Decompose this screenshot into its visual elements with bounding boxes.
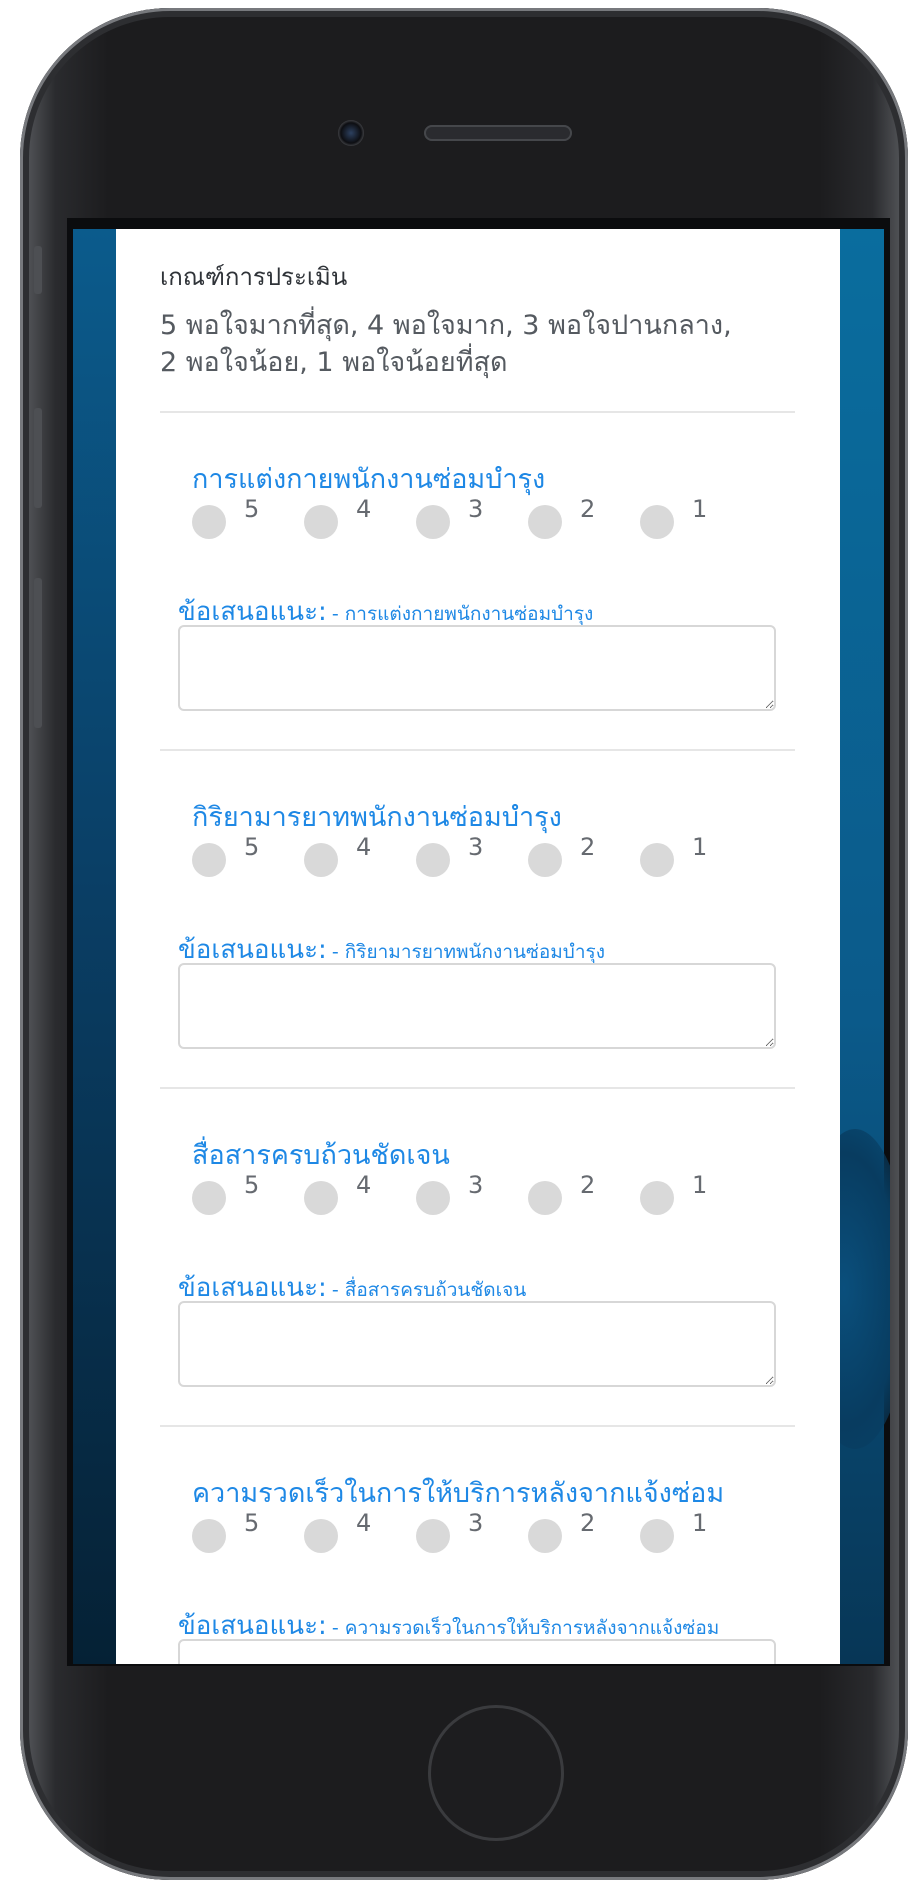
radio-button[interactable] <box>416 505 450 539</box>
rating-option[interactable]: 2 <box>528 833 628 877</box>
rating-option[interactable]: 3 <box>416 495 516 539</box>
suggestion-input[interactable] <box>178 1301 776 1387</box>
rating-option[interactable]: 1 <box>640 1509 740 1553</box>
rating-value: 3 <box>468 833 484 861</box>
rating-value: 1 <box>692 1509 708 1537</box>
question-title: ความรวดเร็วในการให้บริการหลังจากแจ้งซ่อม <box>192 1478 725 1509</box>
radio-button[interactable] <box>528 505 562 539</box>
radio-button[interactable] <box>192 1519 226 1553</box>
rating-value: 3 <box>468 495 484 523</box>
question-title: กิริยามารยาทพนักงานซ่อมบำรุง <box>192 802 562 833</box>
suggestion-label-sub: - กิริยามารยาทพนักงานซ่อมบำรุง <box>331 941 606 963</box>
radio-button[interactable] <box>528 1519 562 1553</box>
rating-value: 2 <box>580 1171 596 1199</box>
rating-option[interactable]: 5 <box>192 1171 292 1215</box>
rating-option[interactable]: 4 <box>304 495 404 539</box>
criteria-heading: เกณฑ์การประเมิน <box>160 263 348 291</box>
section-divider <box>160 1087 795 1089</box>
phone-screen: เกณฑ์การประเมิน 5 พอใจมากที่สุด, 4 พอใจม… <box>67 218 890 1666</box>
rating-option[interactable]: 2 <box>528 1171 628 1215</box>
earpiece-speaker <box>424 125 572 141</box>
criteria-line-2: 2 พอใจน้อย, 1 พอใจน้อยที่สุด <box>160 347 508 378</box>
rating-option[interactable]: 2 <box>528 495 628 539</box>
radio-button[interactable] <box>304 1519 338 1553</box>
suggestion-label-sub: - สื่อสารครบถ้วนชัดเจน <box>331 1279 527 1301</box>
radio-button[interactable] <box>528 1181 562 1215</box>
rating-value: 4 <box>356 495 372 523</box>
rating-value: 1 <box>692 833 708 861</box>
rating-option[interactable]: 4 <box>304 1171 404 1215</box>
rating-option[interactable]: 1 <box>640 833 740 877</box>
volume-up-button <box>34 408 42 508</box>
rating-option[interactable]: 5 <box>192 1509 292 1553</box>
question-title: การแต่งกายพนักงานซ่อมบำรุง <box>192 464 546 495</box>
background-left <box>73 229 116 1664</box>
suggestion-label-sub: - ความรวดเร็วในการให้บริการหลังจากแจ้งซ่… <box>331 1617 720 1639</box>
suggestion-input[interactable] <box>178 625 776 711</box>
radio-button[interactable] <box>640 1181 674 1215</box>
criteria-line-1: 5 พอใจมากที่สุด, 4 พอใจมาก, 3 พอใจปานกลา… <box>160 310 732 341</box>
rating-option[interactable]: 4 <box>304 1509 404 1553</box>
suggestion-label-main: ข้อเสนอแนะ: <box>178 1273 327 1303</box>
radio-button[interactable] <box>192 1181 226 1215</box>
front-camera <box>338 120 364 146</box>
rating-value: 5 <box>244 1171 260 1199</box>
radio-button[interactable] <box>640 505 674 539</box>
radio-button[interactable] <box>416 1519 450 1553</box>
background-right <box>800 229 890 1664</box>
rating-group: 5 4 3 2 1 <box>192 833 752 877</box>
rating-value: 4 <box>356 833 372 861</box>
radio-button[interactable] <box>640 1519 674 1553</box>
rating-value: 2 <box>580 495 596 523</box>
radio-button[interactable] <box>416 843 450 877</box>
rating-value: 5 <box>244 833 260 861</box>
rating-option[interactable]: 1 <box>640 495 740 539</box>
rating-option[interactable]: 3 <box>416 1509 516 1553</box>
rating-value: 3 <box>468 1171 484 1199</box>
rating-option[interactable]: 3 <box>416 833 516 877</box>
suggestion-label-main: ข้อเสนอแนะ: <box>178 935 327 965</box>
radio-button[interactable] <box>528 843 562 877</box>
section-divider <box>160 1425 795 1427</box>
section-divider <box>160 749 795 751</box>
rating-value: 5 <box>244 1509 260 1537</box>
rating-value: 2 <box>580 1509 596 1537</box>
rating-value: 1 <box>692 1171 708 1199</box>
rating-option[interactable]: 1 <box>640 1171 740 1215</box>
suggestion-input[interactable] <box>178 1639 776 1664</box>
volume-down-button <box>34 578 42 728</box>
rating-value: 2 <box>580 833 596 861</box>
rating-value: 3 <box>468 1509 484 1537</box>
rating-value: 5 <box>244 495 260 523</box>
rating-option[interactable]: 4 <box>304 833 404 877</box>
suggestion-input[interactable] <box>178 963 776 1049</box>
radio-button[interactable] <box>192 505 226 539</box>
survey-form: เกณฑ์การประเมิน 5 พอใจมากที่สุด, 4 พอใจม… <box>116 229 840 1664</box>
suggestion-label-main: ข้อเสนอแนะ: <box>178 597 327 627</box>
rating-value: 1 <box>692 495 708 523</box>
mute-switch <box>34 246 42 294</box>
rating-value: 4 <box>356 1509 372 1537</box>
radio-button[interactable] <box>192 843 226 877</box>
criteria-description: 5 พอใจมากที่สุด, 4 พอใจมาก, 3 พอใจปานกลา… <box>160 307 820 381</box>
question-title: สื่อสารครบถ้วนชัดเจน <box>192 1140 450 1171</box>
rating-value: 4 <box>356 1171 372 1199</box>
rating-option[interactable]: 2 <box>528 1509 628 1553</box>
radio-button[interactable] <box>304 843 338 877</box>
section-divider <box>160 411 795 413</box>
radio-button[interactable] <box>304 505 338 539</box>
rating-option[interactable]: 3 <box>416 1171 516 1215</box>
home-button[interactable] <box>431 1708 561 1838</box>
radio-button[interactable] <box>640 843 674 877</box>
suggestion-label-sub: - การแต่งกายพนักงานซ่อมบำรุง <box>331 603 594 625</box>
suggestion-label-main: ข้อเสนอแนะ: <box>178 1611 327 1641</box>
rating-option[interactable]: 5 <box>192 833 292 877</box>
rating-option[interactable]: 5 <box>192 495 292 539</box>
radio-button[interactable] <box>304 1181 338 1215</box>
rating-group: 5 4 3 2 1 <box>192 495 752 539</box>
rating-group: 5 4 3 2 1 <box>192 1171 752 1215</box>
rating-group: 5 4 3 2 1 <box>192 1509 752 1553</box>
radio-button[interactable] <box>416 1181 450 1215</box>
